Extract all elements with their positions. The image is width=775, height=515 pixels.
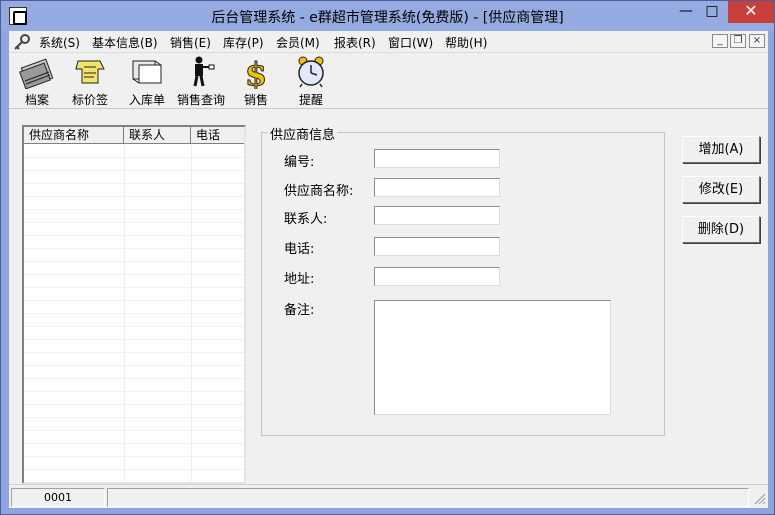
row-gridline	[24, 469, 244, 470]
toolbar-sales-label: 销售	[243, 93, 268, 107]
toolbar-sales-button[interactable]: $ 销售	[226, 55, 286, 107]
address-label: 地址:	[284, 272, 315, 287]
app-window: 后台管理系统 - e群超市管理系统(免费版) - [供应商管理] — □ ✕ 系…	[0, 0, 775, 515]
toolbar-archive-label: 档案	[24, 93, 49, 107]
menu-member[interactable]: 会员(M)	[276, 34, 320, 51]
row-gridline	[24, 417, 244, 418]
row-gridline	[24, 170, 244, 171]
row-gridline	[24, 261, 244, 262]
row-gridline	[24, 287, 244, 288]
row-gridline	[24, 300, 244, 301]
row-gridline	[24, 456, 244, 457]
row-gridline	[24, 222, 244, 223]
mdi-minimize-button[interactable]: _	[712, 34, 728, 48]
client-area: 系统(S) 基本信息(B) 销售(E) 库存(P) 会员(M) 报表(R) 窗口…	[9, 31, 768, 508]
toolbar-stock-in-label: 入库单	[128, 93, 165, 107]
menu-system[interactable]: 系统(S)	[39, 34, 80, 51]
notes-label: 备注:	[284, 303, 315, 318]
toolbar: 档案 标价签 入库单 销售查询 $ 销售 提醒	[9, 53, 768, 109]
row-gridline	[24, 339, 244, 340]
toolbar-reminder-button[interactable]: 提醒	[281, 55, 341, 107]
row-gridline	[24, 378, 244, 379]
alarm-clock-icon	[298, 56, 324, 88]
column-header-phone[interactable]: 电话	[191, 127, 244, 144]
sales-query-icon	[193, 56, 215, 87]
id-input[interactable]	[374, 149, 500, 168]
row-gridline	[24, 326, 244, 327]
menu-sales[interactable]: 销售(E)	[170, 34, 211, 51]
row-gridline	[24, 196, 244, 197]
row-gridline	[24, 209, 244, 210]
menu-help[interactable]: 帮助(H)	[445, 34, 487, 51]
resize-grip-icon[interactable]	[752, 491, 766, 505]
supplier-info-group: 供应商信息 编号: 供应商名称: 联系人: 电话: 地址: 备注:	[261, 124, 665, 436]
status-pane-code: 0001	[11, 488, 105, 507]
contact-label: 联系人:	[284, 212, 328, 227]
toolbar-sales-query-button[interactable]: 销售查询	[171, 55, 231, 107]
toolbar-archive-button[interactable]: 档案	[7, 55, 67, 107]
close-button[interactable]: ✕	[728, 1, 774, 23]
column-header-contact[interactable]: 联系人	[124, 127, 191, 144]
stock-in-icon	[132, 60, 162, 84]
row-gridline	[24, 404, 244, 405]
toolbar-reminder-label: 提醒	[298, 93, 323, 107]
title-bar[interactable]: 后台管理系统 - e群超市管理系统(免费版) - [供应商管理] — □ ✕	[1, 1, 774, 31]
status-pane-message	[107, 488, 749, 507]
row-gridline	[24, 352, 244, 353]
menu-bar: 系统(S) 基本信息(B) 销售(E) 库存(P) 会员(M) 报表(R) 窗口…	[9, 31, 768, 53]
group-legend: 供应商信息	[268, 124, 338, 143]
row-gridline	[24, 430, 244, 431]
list-header: 供应商名称 联系人 电话	[24, 127, 244, 144]
menu-window[interactable]: 窗口(W)	[388, 34, 433, 51]
menu-reports[interactable]: 报表(R)	[334, 34, 376, 51]
supplier-name-input[interactable]	[374, 178, 500, 197]
id-label: 编号:	[284, 155, 315, 170]
toolbar-price-tag-label: 标价签	[71, 93, 108, 107]
archive-icon	[19, 58, 54, 89]
row-gridline	[24, 274, 244, 275]
delete-button[interactable]: 删除(D)	[682, 216, 760, 243]
dollar-icon: $	[244, 55, 267, 89]
column-header-supplier-name[interactable]: 供应商名称	[24, 127, 124, 144]
contact-input[interactable]	[374, 206, 500, 225]
key-icon[interactable]	[13, 33, 31, 51]
status-bar: 0001	[9, 484, 768, 508]
phone-input[interactable]	[374, 237, 500, 256]
menu-basic-info[interactable]: 基本信息(B)	[92, 34, 158, 51]
toolbar-sales-query-label: 销售查询	[176, 93, 225, 107]
menu-inventory[interactable]: 库存(P)	[223, 34, 264, 51]
row-gridline	[24, 235, 244, 236]
add-button[interactable]: 增加(A)	[682, 136, 760, 163]
toolbar-price-tag-button[interactable]: 标价签	[60, 55, 120, 107]
maximize-button[interactable]: □	[697, 1, 727, 23]
mdi-close-button[interactable]: ×	[749, 34, 765, 48]
row-gridline	[24, 313, 244, 314]
svg-text:$: $	[245, 55, 267, 89]
edit-button[interactable]: 修改(E)	[682, 176, 760, 203]
row-gridline	[24, 391, 244, 392]
window-title: 后台管理系统 - e群超市管理系统(免费版) - [供应商管理]	[211, 10, 564, 26]
supplier-list[interactable]: 供应商名称 联系人 电话	[22, 125, 246, 484]
price-tag-icon	[75, 60, 105, 84]
row-gridline	[24, 365, 244, 366]
notes-textarea[interactable]	[374, 300, 611, 415]
row-gridline	[24, 183, 244, 184]
row-gridline	[24, 157, 244, 158]
address-input[interactable]	[374, 267, 500, 286]
row-gridline	[24, 443, 244, 444]
supplier-name-label: 供应商名称:	[284, 184, 354, 199]
toolbar-stock-in-button[interactable]: 入库单	[117, 55, 177, 107]
row-gridline	[24, 248, 244, 249]
phone-label: 电话:	[284, 242, 315, 257]
mdi-restore-button[interactable]: ❐	[730, 34, 746, 48]
